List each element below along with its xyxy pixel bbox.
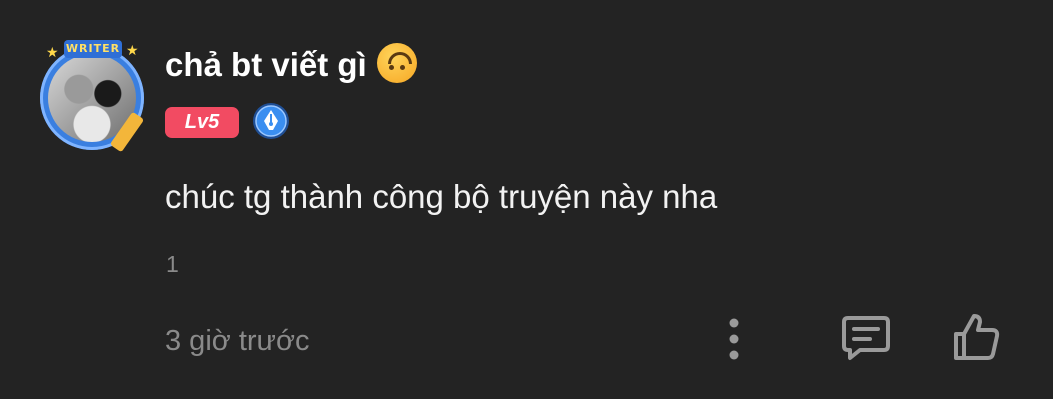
star-icon: ★ <box>46 44 59 60</box>
reply-count[interactable]: 1 <box>166 251 179 278</box>
username-row[interactable]: chả bt viết gì <box>165 43 417 84</box>
thumbs-up-icon[interactable] <box>950 312 1002 362</box>
level-badge: Lv5 <box>165 107 239 138</box>
timestamp: 3 giờ trước <box>165 325 310 357</box>
upside-down-face-icon <box>376 43 417 83</box>
avatar[interactable]: ★ ★ WRITER <box>34 36 150 153</box>
more-vertical-icon[interactable] <box>718 316 750 362</box>
comment-card: ★ ★ WRITER chả bt viết gì Lv5 chúc tg th… <box>0 0 1053 399</box>
star-icon: ★ <box>126 42 139 58</box>
fountain-pen-badge-icon <box>253 103 289 139</box>
comment-icon[interactable] <box>840 314 892 362</box>
avatar-banner: WRITER <box>64 40 122 58</box>
username[interactable]: chả bt viết gì <box>165 46 367 83</box>
comment-text: chúc tg thành công bộ truyện này nha <box>165 178 718 215</box>
